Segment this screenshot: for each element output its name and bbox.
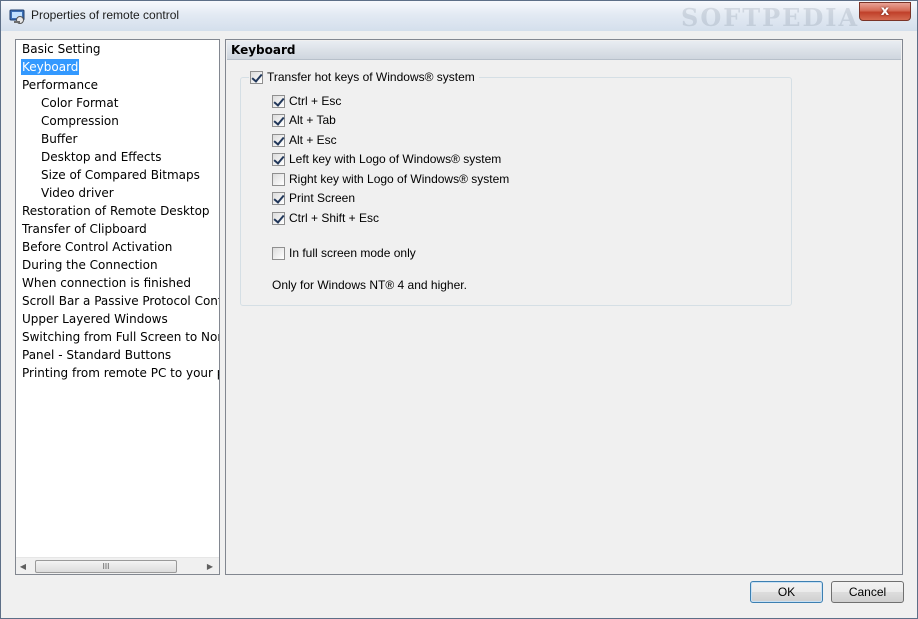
tree-item[interactable]: Color Format	[40, 95, 119, 111]
hotkey-option-label: Alt + Tab	[289, 113, 336, 127]
hotkey-option-label: Print Screen	[289, 191, 356, 205]
tree-item[interactable]: Size of Compared Bitmaps	[40, 167, 201, 183]
tree-item[interactable]: Transfer of Clipboard	[21, 221, 148, 237]
properties-dialog: Properties of remote control SOFTPEDIA x…	[0, 0, 918, 619]
checkbox-icon[interactable]	[272, 94, 285, 108]
fullscreen-only-checkbox[interactable]: In full screen mode only	[272, 245, 416, 261]
hotkey-option-label: Right key with Logo of Windows® system	[289, 172, 510, 186]
window-title: Properties of remote control	[31, 8, 180, 22]
close-icon: x	[880, 4, 890, 19]
horizontal-scrollbar[interactable]: ◀ III ▶	[16, 557, 219, 574]
hotkey-option-checkbox[interactable]: Left key with Logo of Windows® system	[272, 151, 501, 167]
tree-item[interactable]: Video driver	[40, 185, 115, 201]
cancel-button[interactable]: Cancel	[831, 581, 904, 603]
hotkey-option-checkbox[interactable]: Print Screen	[272, 190, 355, 206]
checkbox-icon[interactable]	[250, 70, 263, 84]
scroll-left-icon[interactable]: ◀	[18, 561, 28, 572]
tree-item[interactable]: Before Control Activation	[21, 239, 173, 255]
tree-item[interactable]: During the Connection	[21, 257, 159, 273]
page-header: Keyboard	[227, 41, 901, 60]
tree-items: Basic Setting Keyboard Performance Color Fo…	[16, 40, 219, 556]
transfer-hotkeys-label: Transfer hot keys of Windows® system	[267, 70, 475, 84]
tree-item[interactable]: Panel - Standard Buttons	[21, 347, 172, 363]
checkbox-icon[interactable]	[272, 113, 285, 127]
watermark: SOFTPEDIA	[681, 3, 860, 32]
tree-item[interactable]: Basic Setting	[21, 41, 102, 57]
tree-item[interactable]: Printing from remote PC to your printer	[21, 365, 219, 381]
scroll-thumb[interactable]: III	[35, 560, 177, 573]
checkbox-icon[interactable]	[272, 133, 285, 147]
hotkey-option-checkbox[interactable]: Alt + Tab	[272, 112, 336, 128]
checkbox-icon[interactable]	[272, 211, 285, 225]
tree-item[interactable]: When connection is finished	[21, 275, 192, 291]
close-button[interactable]: x	[859, 2, 911, 21]
transfer-hotkeys-checkbox[interactable]: Transfer hot keys of Windows® system	[249, 69, 479, 85]
tree-item[interactable]: Scroll Bar a Passive Protocol Control	[21, 293, 219, 309]
windows-nt-note: Only for Windows NT® 4 and higher.	[272, 278, 467, 292]
title-bar[interactable]: Properties of remote control SOFTPEDIA x	[1, 1, 917, 32]
app-icon	[9, 9, 25, 24]
dialog-body: Basic Setting Keyboard Performance Color Fo…	[9, 31, 909, 614]
hotkey-option-checkbox[interactable]: Right key with Logo of Windows® system	[272, 171, 509, 187]
checkbox-icon[interactable]	[272, 152, 285, 166]
hotkey-option-label: Ctrl + Esc	[289, 94, 342, 108]
scroll-right-icon[interactable]: ▶	[205, 561, 215, 572]
hotkey-option-label: Ctrl + Shift + Esc	[289, 211, 380, 225]
hotkey-option-checkbox[interactable]: Ctrl + Esc	[272, 93, 341, 109]
tree-item[interactable]: Compression	[40, 113, 120, 129]
tree-item[interactable]: Keyboard	[21, 59, 80, 75]
tree-item[interactable]: Buffer	[40, 131, 78, 147]
fullscreen-only-label: In full screen mode only	[289, 246, 416, 260]
tree-item[interactable]: Performance	[21, 77, 99, 93]
hotkey-option-checkbox[interactable]: Ctrl + Shift + Esc	[272, 210, 379, 226]
tree-item[interactable]: Desktop and Effects	[40, 149, 162, 165]
hotkey-option-label: Left key with Logo of Windows® system	[289, 152, 502, 166]
settings-tree[interactable]: Basic Setting Keyboard Performance Color Fo…	[15, 39, 220, 575]
tree-item[interactable]: Restoration of Remote Desktop	[21, 203, 211, 219]
checkbox-icon[interactable]	[272, 172, 285, 186]
page-title: Keyboard	[231, 43, 296, 57]
checkbox-icon[interactable]	[272, 246, 285, 260]
ok-button[interactable]: OK	[750, 581, 823, 603]
tree-item[interactable]: Upper Layered Windows	[21, 311, 169, 327]
tree-item[interactable]: Switching from Full Screen to Normal	[21, 329, 219, 345]
grip-icon: III	[102, 562, 110, 571]
settings-page: Keyboard Transfer hot keys of Windows® s…	[225, 39, 903, 575]
checkbox-icon[interactable]	[272, 191, 285, 205]
hotkey-option-checkbox[interactable]: Alt + Esc	[272, 132, 337, 148]
hotkey-option-label: Alt + Esc	[289, 133, 337, 147]
